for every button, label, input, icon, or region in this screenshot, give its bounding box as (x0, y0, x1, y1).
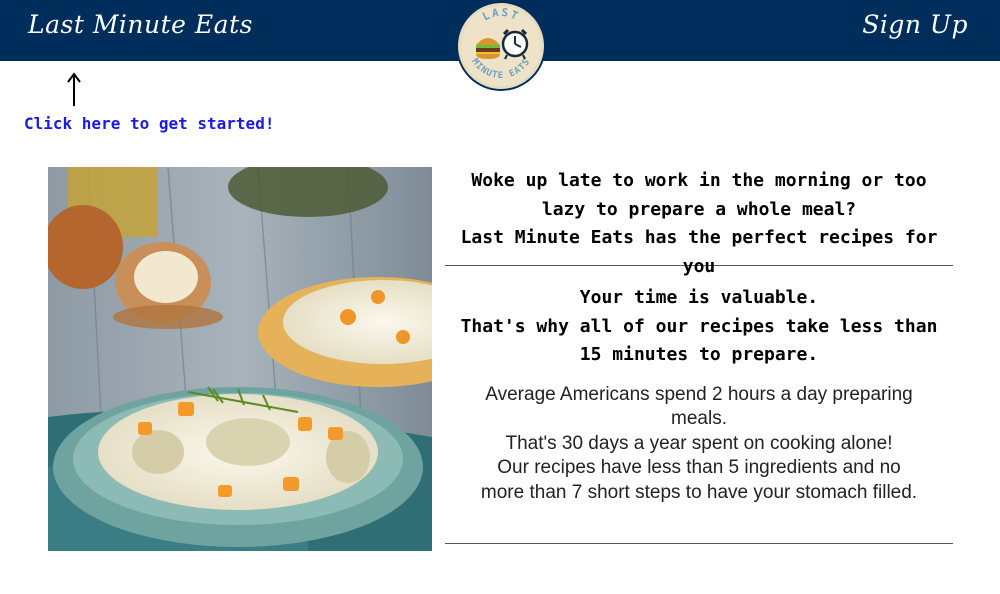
get-started-link[interactable]: Click here to get started! (24, 114, 274, 133)
headline-answer: Last Minute Eats has the perfect recipes… (460, 227, 938, 277)
divider (445, 542, 953, 544)
brand-title[interactable]: Last Minute Eats (28, 10, 253, 39)
arrow-up-icon (64, 72, 84, 108)
hero-food-image (48, 167, 432, 551)
burger-clock-logo-icon: LAST MINUTE EATS (456, 1, 546, 91)
intro-section: Woke up late to work in the morning or t… (445, 167, 953, 544)
logo[interactable]: LAST MINUTE EATS (456, 1, 546, 91)
description-line3: Our recipes have less than 5 ingredients… (480, 457, 918, 503)
value-proposition: Your time is valuable. That's why all of… (445, 284, 953, 370)
description-line1: Average Americans spend 2 hours a day pr… (485, 383, 913, 430)
value-prop-line1: Your time is valuable. (579, 287, 819, 308)
value-prop-line2: That's why all of our recipes take less … (460, 315, 938, 366)
headline: Woke up late to work in the morning or t… (445, 167, 953, 277)
description-paragraph: Average Americans spend 2 hours a day pr… (445, 383, 953, 533)
headline-question: Woke up late to work in the morning or t… (471, 170, 927, 220)
sign-up-link[interactable]: Sign Up (862, 10, 968, 39)
description-line2: That's 30 days a year spent on cooking a… (505, 432, 893, 454)
